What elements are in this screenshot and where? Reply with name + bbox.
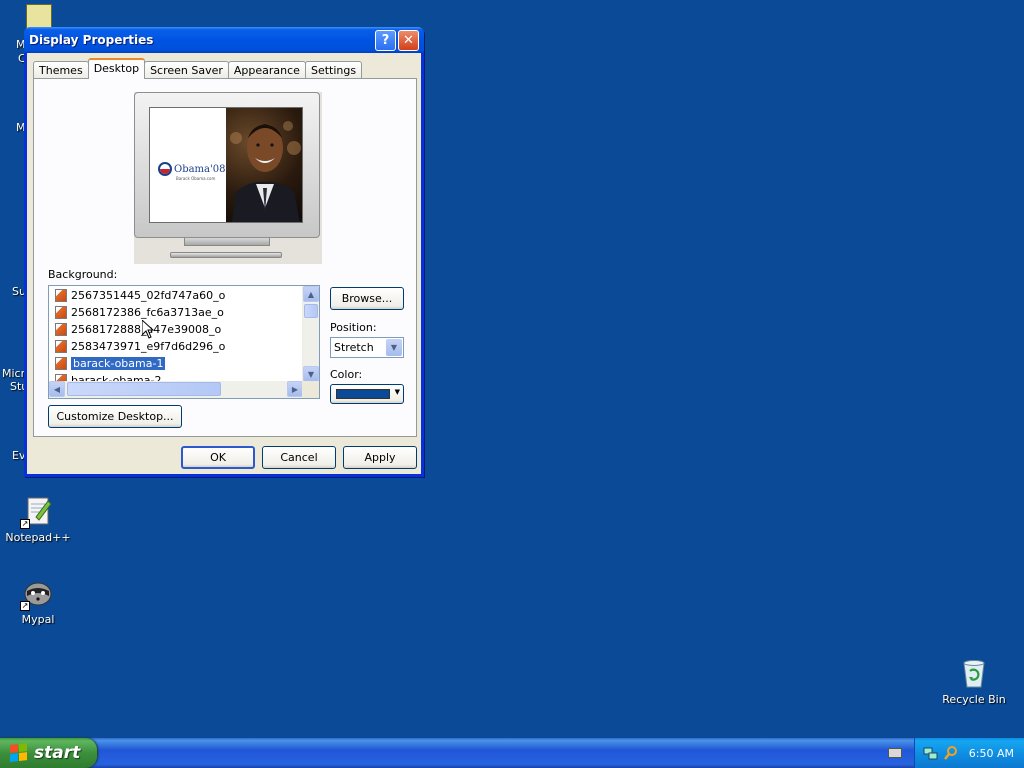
tab-screen-saver[interactable]: Screen Saver <box>144 61 229 79</box>
monitor-preview: Obama'08 Barack Obama.com <box>134 92 322 264</box>
image-file-icon <box>55 340 67 353</box>
list-item-selected[interactable]: barack-obama-1 <box>49 355 303 372</box>
list-item-label: barack-obama-1 <box>69 356 167 371</box>
position-select[interactable]: Stretch ▼ <box>330 337 404 358</box>
background-label: Background: <box>48 268 118 281</box>
network-icon[interactable] <box>923 745 939 761</box>
taskbar: start 6:50 AM <box>0 738 1024 768</box>
tab-strip: Themes Desktop Screen Saver Appearance S… <box>33 58 363 79</box>
tab-appearance[interactable]: Appearance <box>227 61 306 79</box>
list-item[interactable]: 2568172386_fc6a3713ae_o <box>49 304 303 321</box>
desktop-icon-label: Mypal <box>21 613 55 626</box>
browse-button[interactable]: Browse... <box>330 287 404 310</box>
close-button[interactable]: ✕ <box>398 29 419 51</box>
start-button[interactable]: start <box>0 738 97 768</box>
monitor-neck <box>184 238 270 246</box>
recycle-bin-icon <box>958 657 990 689</box>
chevron-left-icon: ◀ <box>53 384 61 394</box>
wallpaper-left-panel: Obama'08 Barack Obama.com <box>150 108 226 222</box>
horizontal-scroll-thumb[interactable] <box>67 382 221 396</box>
list-item[interactable]: 2568172888_a47e39008_o <box>49 321 303 338</box>
caret-down-icon: ▼ <box>394 388 400 396</box>
monitor-screen: Obama'08 Barack Obama.com <box>149 107 303 223</box>
ok-button[interactable]: OK <box>181 446 255 469</box>
chevron-up-icon: ▲ <box>307 289 315 299</box>
list-item[interactable]: 2583473971_e9f7d6d296_o <box>49 338 303 355</box>
position-label: Position: <box>330 321 377 334</box>
chevron-down-icon: ▼ <box>386 339 402 356</box>
vertical-scrollbar[interactable]: ▲ ▼ <box>302 286 319 382</box>
color-label: Color: <box>330 368 363 381</box>
scroll-up-button[interactable]: ▲ <box>303 286 319 302</box>
obama-logo: Obama'08 <box>158 162 225 176</box>
keyboard-icon[interactable] <box>888 748 902 758</box>
tab-desktop[interactable]: Desktop <box>87 58 146 79</box>
wallpaper-portrait <box>226 108 302 222</box>
image-file-icon <box>55 306 67 319</box>
obama-logo-sub: Barack Obama.com <box>176 176 216 181</box>
scroll-right-button[interactable]: ▶ <box>287 381 303 397</box>
obama-logo-mark <box>158 162 172 176</box>
list-item-label: 2567351445_02fd747a60_o <box>71 289 226 302</box>
color-picker-button[interactable]: ▼ <box>330 384 404 404</box>
close-icon: ✕ <box>403 32 414 48</box>
background-listbox[interactable]: 2567351445_02fd747a60_o 2568172386_fc6a3… <box>48 285 320 399</box>
window-title: Display Properties <box>29 33 154 47</box>
image-file-icon <box>55 289 67 302</box>
position-value: Stretch <box>334 341 374 354</box>
help-button[interactable]: ? <box>375 29 396 51</box>
color-swatch <box>336 389 390 399</box>
tab-settings[interactable]: Settings <box>304 61 363 79</box>
desktop-icon-notepad[interactable]: ↗ Notepad++ <box>0 495 76 544</box>
portrait-image <box>230 121 301 222</box>
list-item-label: 2583473971_e9f7d6d296_o <box>71 340 226 353</box>
vertical-scroll-thumb[interactable] <box>304 304 318 318</box>
cancel-button[interactable]: Cancel <box>262 446 336 469</box>
chevron-down-icon: ▼ <box>307 369 315 379</box>
desktop-icon-mypal[interactable]: ↗ Mypal <box>0 577 76 626</box>
start-label: start <box>34 743 81 763</box>
chevron-right-icon: ▶ <box>291 384 299 394</box>
scroll-down-button[interactable]: ▼ <box>303 366 319 382</box>
notepad-plus-plus-icon: ↗ <box>20 495 54 529</box>
desktop-icon-recycle-bin[interactable]: Recycle Bin <box>936 657 1012 706</box>
horizontal-scrollbar[interactable]: ◀ ▶ <box>49 381 303 398</box>
monitor-frame: Obama'08 Barack Obama.com <box>134 92 320 238</box>
tab-themes[interactable]: Themes <box>33 61 89 79</box>
desktop-icon-label: Recycle Bin <box>942 693 1006 706</box>
scroll-corner <box>302 381 319 398</box>
window-body: Themes Desktop Screen Saver Appearance S… <box>27 53 421 474</box>
title-bar[interactable]: Display Properties ? ✕ <box>24 27 424 53</box>
desktop-icon-label: Notepad++ <box>5 531 71 544</box>
list-item-label: 2568172386_fc6a3713ae_o <box>71 306 224 319</box>
help-icon: ? <box>381 32 390 48</box>
windows-logo-icon <box>10 743 28 763</box>
customize-desktop-button[interactable]: Customize Desktop... <box>48 405 182 428</box>
image-file-icon <box>55 323 67 336</box>
display-properties-window: Display Properties ? ✕ Themes Desktop Sc… <box>24 27 424 477</box>
clock[interactable]: 6:50 AM <box>969 747 1014 760</box>
monitor-base <box>170 252 282 258</box>
mypal-icon: ↗ <box>20 577 54 611</box>
mouse-cursor <box>142 320 154 339</box>
desktop-tab-panel: Obama'08 Barack Obama.com Background: 25… <box>33 78 417 437</box>
scroll-left-button[interactable]: ◀ <box>49 381 65 397</box>
list-item[interactable]: 2567351445_02fd747a60_o <box>49 287 303 304</box>
background-list-items: 2567351445_02fd747a60_o 2568172386_fc6a3… <box>49 287 303 389</box>
image-file-icon <box>55 357 67 370</box>
apply-button[interactable]: Apply <box>343 446 417 469</box>
obama-logo-text: Obama'08 <box>174 163 226 175</box>
system-tray: 6:50 AM <box>914 738 1024 768</box>
search-icon[interactable] <box>943 745 959 761</box>
